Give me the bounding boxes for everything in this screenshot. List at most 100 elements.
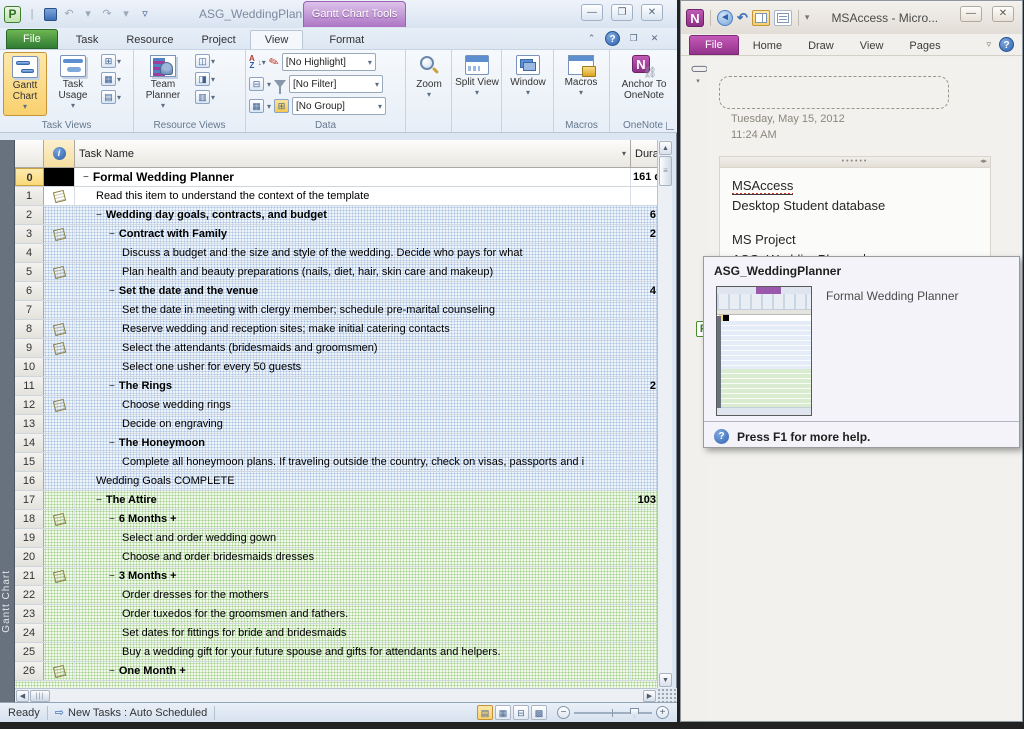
resize-grip[interactable]	[657, 688, 677, 702]
row-indicator-cell[interactable]	[44, 244, 75, 262]
row-indicator-cell[interactable]	[44, 282, 75, 300]
zoom-slider-thumb[interactable]	[630, 708, 639, 718]
task-name-cell[interactable]: − Complete all honeymoon plans. If trave…	[75, 453, 631, 471]
task-name-cell[interactable]: − Choose wedding rings	[75, 396, 631, 414]
tab-task[interactable]: Task	[62, 31, 113, 49]
tab-view[interactable]: View	[250, 30, 304, 49]
duration-cell[interactable]	[631, 662, 657, 680]
duration-cell[interactable]	[631, 396, 657, 414]
row-number[interactable]: 20	[15, 548, 44, 566]
onenote-collapse-ribbon-icon[interactable]: ▿	[986, 39, 991, 50]
task-name-cell[interactable]: − Reserve wedding and reception sites; m…	[75, 320, 631, 338]
task-name-cell[interactable]: − The Attire	[75, 491, 631, 509]
row-number[interactable]: 15	[15, 453, 44, 471]
view-bar[interactable]: Gantt Chart	[0, 140, 15, 702]
zoom-button[interactable]: Zoom▾	[409, 52, 449, 116]
duration-cell[interactable]	[631, 339, 657, 357]
table-row[interactable]: 9 − Select the attendants (bridesmaids a…	[15, 339, 657, 358]
duration-cell[interactable]	[631, 434, 657, 452]
duration-cell[interactable]	[631, 624, 657, 642]
row-indicator-cell[interactable]	[44, 358, 75, 376]
highlight-icon[interactable]: ✎	[267, 54, 281, 71]
customize-toolbar-icon[interactable]: ▾	[805, 12, 810, 23]
collapse-ribbon-icon[interactable]: ⌃	[584, 31, 599, 46]
onenote-undo-icon[interactable]: ↶	[737, 10, 748, 26]
collapse-icon[interactable]: −	[109, 286, 115, 297]
row-indicator-cell[interactable]	[44, 605, 75, 623]
row-indicator-cell[interactable]	[44, 377, 75, 395]
gantt-view-shortcut[interactable]: ▤	[477, 705, 493, 720]
row-number[interactable]: 18	[15, 510, 44, 528]
collapse-icon[interactable]: −	[109, 514, 115, 525]
resource-sheet-shortcut[interactable]: ▩	[531, 705, 547, 720]
normal-view-icon[interactable]	[774, 10, 792, 26]
table-row[interactable]: 20 − Choose and order bridesmaids dresse…	[15, 548, 657, 567]
task-name-cell[interactable]: − Set the date and the venue	[75, 282, 631, 300]
task-name-cell[interactable]: − 3 Months +	[75, 567, 631, 585]
row-number[interactable]: 3	[15, 225, 44, 243]
onenote-minimize-button[interactable]: —	[960, 6, 982, 22]
group-dropdown[interactable]: [No Group]▾	[292, 97, 386, 115]
filter-dropdown[interactable]: [No Filter]▾	[289, 75, 383, 93]
table-row[interactable]: 22 − Order dresses for the mothers	[15, 586, 657, 605]
table-row[interactable]: 18 − 6 Months +	[15, 510, 657, 529]
resource-sheet-button[interactable]: ◨▾	[195, 72, 215, 86]
horizontal-scrollbar[interactable]: ◀ ||| ▶	[15, 688, 657, 702]
table-row[interactable]: 26 − One Month +	[15, 662, 657, 681]
indicators-column-header[interactable]: i	[44, 140, 75, 168]
zoom-track[interactable]	[574, 712, 652, 714]
gantt-chart-button[interactable]: Gantt Chart▾	[3, 52, 47, 116]
row-number[interactable]: 0	[15, 168, 44, 186]
row-indicator-cell[interactable]	[44, 225, 75, 243]
row-number[interactable]: 5	[15, 263, 44, 281]
duration-cell[interactable]	[631, 529, 657, 547]
table-row[interactable]: 14 − The Honeymoon	[15, 434, 657, 453]
duration-cell[interactable]	[631, 643, 657, 661]
vertical-scroll-thumb[interactable]: ≡	[659, 156, 672, 186]
row-indicator-cell[interactable]	[44, 472, 75, 490]
duration-cell[interactable]	[631, 320, 657, 338]
page-title-placeholder[interactable]	[719, 76, 949, 109]
table-row[interactable]: 11 − The Rings 2	[15, 377, 657, 396]
split-view-button[interactable]: Split View▾	[455, 52, 499, 116]
onenote-tab-view[interactable]: View	[848, 37, 896, 55]
onenote-app-icon[interactable]: N	[686, 9, 704, 27]
task-name-cell[interactable]: − Wedding Goals COMPLETE	[75, 472, 631, 490]
highlight-dropdown[interactable]: [No Highlight]▾	[282, 53, 376, 71]
collapse-icon[interactable]: −	[109, 438, 115, 449]
duration-cell[interactable]: 161 d	[631, 168, 657, 186]
duration-cell[interactable]	[631, 358, 657, 376]
row-number[interactable]: 22	[15, 586, 44, 604]
close-button[interactable]: ✕	[641, 4, 663, 21]
table-row[interactable]: 3 − Contract with Family 2	[15, 225, 657, 244]
save-icon[interactable]	[44, 8, 57, 21]
task-name-cell[interactable]: − One Month +	[75, 662, 631, 680]
collapse-icon[interactable]: −	[109, 229, 115, 240]
row-indicator-cell[interactable]	[44, 453, 75, 471]
row-indicator-cell[interactable]	[44, 415, 75, 433]
onenote-close-button[interactable]: ✕	[992, 6, 1014, 22]
duration-cell[interactable]	[631, 586, 657, 604]
tab-file[interactable]: File	[6, 29, 58, 49]
row-number[interactable]: 6	[15, 282, 44, 300]
row-indicator-cell[interactable]	[44, 624, 75, 642]
restore-button[interactable]: ❐	[611, 4, 633, 21]
row-indicator-cell[interactable]	[44, 567, 75, 585]
row-indicator-cell[interactable]	[44, 263, 75, 281]
onenote-tab-pages[interactable]: Pages	[897, 37, 952, 55]
other-views-button[interactable]: ▤▾	[101, 90, 121, 104]
column-filter-icon[interactable]: ▾	[622, 149, 626, 158]
outline-button[interactable]: ⊟	[249, 77, 264, 91]
row-number[interactable]: 4	[15, 244, 44, 262]
row-indicator-cell[interactable]	[44, 529, 75, 547]
task-name-column-header[interactable]: Task Name ▾	[75, 140, 631, 168]
duration-cell[interactable]: 2	[631, 377, 657, 395]
task-name-cell[interactable]: − Discuss a budget and the size and styl…	[75, 244, 631, 262]
row-number[interactable]: 24	[15, 624, 44, 642]
tab-format[interactable]: Format	[315, 31, 378, 49]
task-name-cell[interactable]: − 6 Months +	[75, 510, 631, 528]
scroll-right-icon[interactable]: ▶	[643, 690, 656, 702]
duration-cell[interactable]	[631, 453, 657, 471]
row-indicator-cell[interactable]	[44, 396, 75, 414]
table-row[interactable]: 8 − Reserve wedding and reception sites;…	[15, 320, 657, 339]
